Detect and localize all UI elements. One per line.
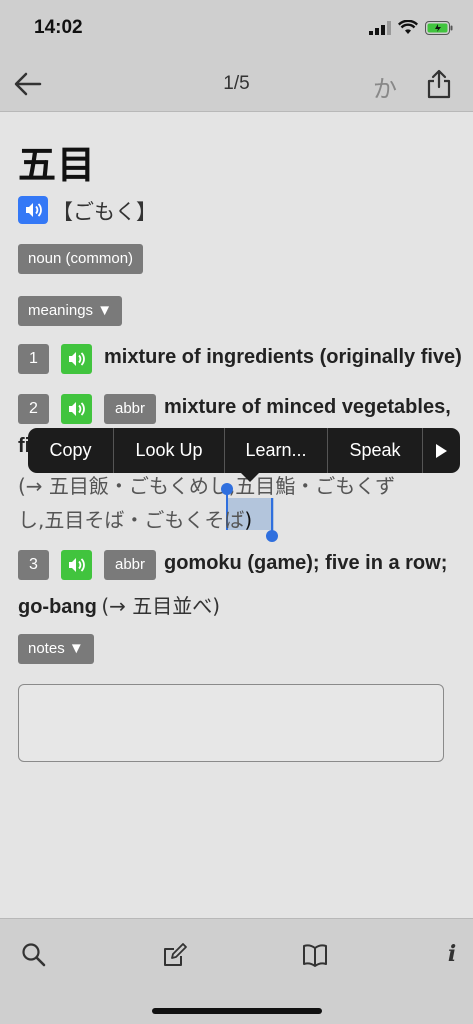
sense-number: 2 [18, 394, 49, 424]
selection-handle-end[interactable] [271, 498, 273, 534]
speaker-icon [69, 558, 85, 572]
selection-handle-end-knob[interactable] [266, 530, 278, 542]
cross-reference[interactable]: (→ 五目並べ) [101, 594, 220, 618]
speaker-button-reading[interactable] [18, 196, 48, 224]
xref-selected-text: そば [204, 508, 245, 532]
cross-reference[interactable]: (→ 五目飯・ごもくめし,五目鮨・ごもくず [18, 470, 395, 499]
play-arrow-icon [436, 443, 447, 458]
notes-toggle-button[interactable]: notes ▼ [18, 634, 94, 664]
xref-text: ) [244, 508, 253, 532]
signal-icon [369, 20, 391, 35]
speaker-icon [69, 352, 85, 366]
edit-icon[interactable] [161, 941, 189, 969]
status-bar: 14:02 [0, 0, 473, 56]
context-menu-pointer [240, 472, 260, 482]
context-menu-copy[interactable]: Copy [28, 428, 114, 473]
speaker-button-sense-1[interactable] [61, 344, 92, 374]
context-menu: Copy Look Up Learn... Speak [28, 428, 460, 473]
info-icon[interactable]: i [438, 941, 466, 969]
notes-field[interactable] [18, 684, 444, 762]
cross-reference[interactable]: し,五目そば・ごもくそば) [18, 504, 252, 533]
battery-icon [425, 20, 453, 35]
abbr-tag: abbr [104, 550, 157, 580]
status-time: 14:02 [34, 17, 83, 38]
kana-toggle-button[interactable]: か [373, 69, 397, 104]
xref-text: し,五目そば・ごもく [18, 508, 205, 532]
sense-gloss: gomoku (game); five in a row; [164, 552, 448, 574]
sense-gloss: mixture of ingredients (originally five) [104, 346, 462, 368]
sense-gloss-continued: go-bang (→ 五目並べ) [18, 590, 220, 619]
search-icon[interactable] [20, 941, 48, 969]
sense-gloss: go-bang [18, 596, 97, 618]
reading: 【ごもく】 [52, 200, 157, 224]
wifi-icon [398, 20, 418, 34]
speaker-icon [26, 203, 42, 217]
sense-number: 3 [18, 550, 49, 580]
sense-gloss: mixture of minced vegetables, [164, 396, 451, 418]
meanings-toggle-button[interactable]: meanings ▼ [18, 296, 123, 326]
selection-handle-start-knob[interactable] [221, 483, 233, 495]
speaker-icon [69, 402, 85, 416]
nav-bar: 1/5 か [0, 56, 473, 112]
context-menu-look-up[interactable]: Look Up [114, 428, 225, 473]
entry-counter: 1/5 [223, 73, 250, 94]
headword: 五目 [18, 143, 97, 187]
sense-number: 1 [18, 344, 49, 374]
pos-tag: noun (common) [18, 244, 144, 274]
speaker-button-sense-2[interactable] [61, 394, 92, 424]
share-icon[interactable] [425, 68, 453, 100]
status-icons [369, 20, 453, 35]
home-indicator [152, 1008, 322, 1014]
context-menu-more-button[interactable] [423, 428, 459, 473]
book-icon[interactable] [301, 941, 329, 969]
abbr-tag: abbr [104, 394, 157, 424]
context-menu-learn[interactable]: Learn... [225, 428, 328, 473]
speaker-button-sense-3[interactable] [61, 550, 92, 580]
context-menu-speak[interactable]: Speak [328, 428, 423, 473]
